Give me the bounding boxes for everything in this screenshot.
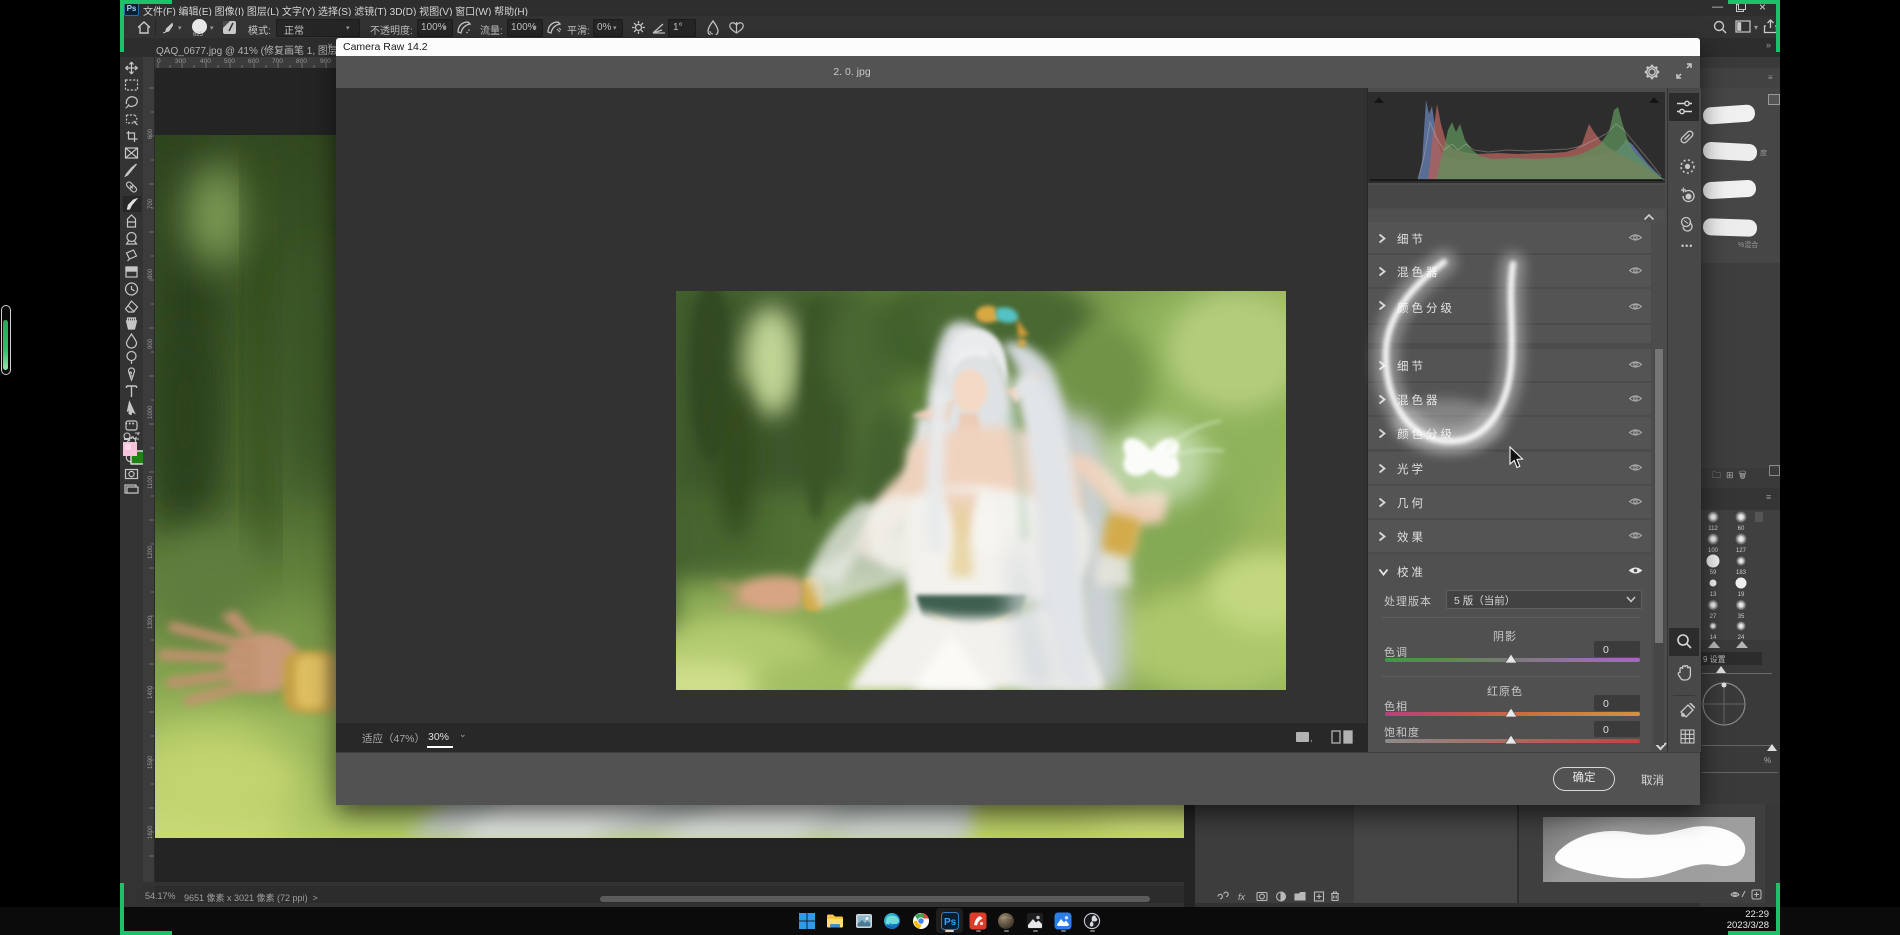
svg-text:1500: 1500	[148, 755, 154, 769]
svg-text:Ps: Ps	[944, 917, 957, 928]
svg-text:127: 127	[1736, 548, 1747, 554]
svg-text:500: 500	[224, 58, 235, 65]
svg-text:1600: 1600	[148, 825, 154, 839]
svg-text:1000: 1000	[148, 405, 154, 419]
svg-text:300: 300	[175, 58, 186, 65]
svg-text:1200: 1200	[148, 545, 154, 559]
svg-text:59: 59	[1710, 570, 1717, 576]
svg-text:19: 19	[1738, 592, 1745, 598]
svg-text:700: 700	[272, 58, 283, 65]
svg-text:600: 600	[148, 128, 154, 139]
svg-text:900: 900	[320, 58, 331, 65]
svg-text:400: 400	[200, 58, 211, 65]
svg-text:800: 800	[296, 58, 307, 65]
svg-text:•••: •••	[125, 421, 135, 428]
svg-text:1100: 1100	[148, 475, 154, 489]
svg-text:13: 13	[1710, 592, 1717, 598]
svg-text:183: 183	[1736, 570, 1747, 576]
svg-text:112: 112	[1708, 526, 1718, 532]
svg-text:1300: 1300	[148, 615, 154, 629]
svg-text:600: 600	[248, 58, 259, 65]
svg-text:0: 0	[157, 58, 161, 65]
svg-text:100: 100	[1708, 548, 1719, 554]
svg-text:800: 800	[148, 268, 154, 279]
svg-text:700: 700	[148, 198, 154, 209]
svg-text:fx: fx	[1238, 892, 1246, 902]
svg-text:900: 900	[148, 338, 154, 349]
svg-text:1400: 1400	[148, 685, 154, 699]
svg-text:60: 60	[1738, 526, 1745, 532]
svg-text:35: 35	[1738, 614, 1745, 620]
svg-text:27: 27	[1710, 614, 1717, 620]
